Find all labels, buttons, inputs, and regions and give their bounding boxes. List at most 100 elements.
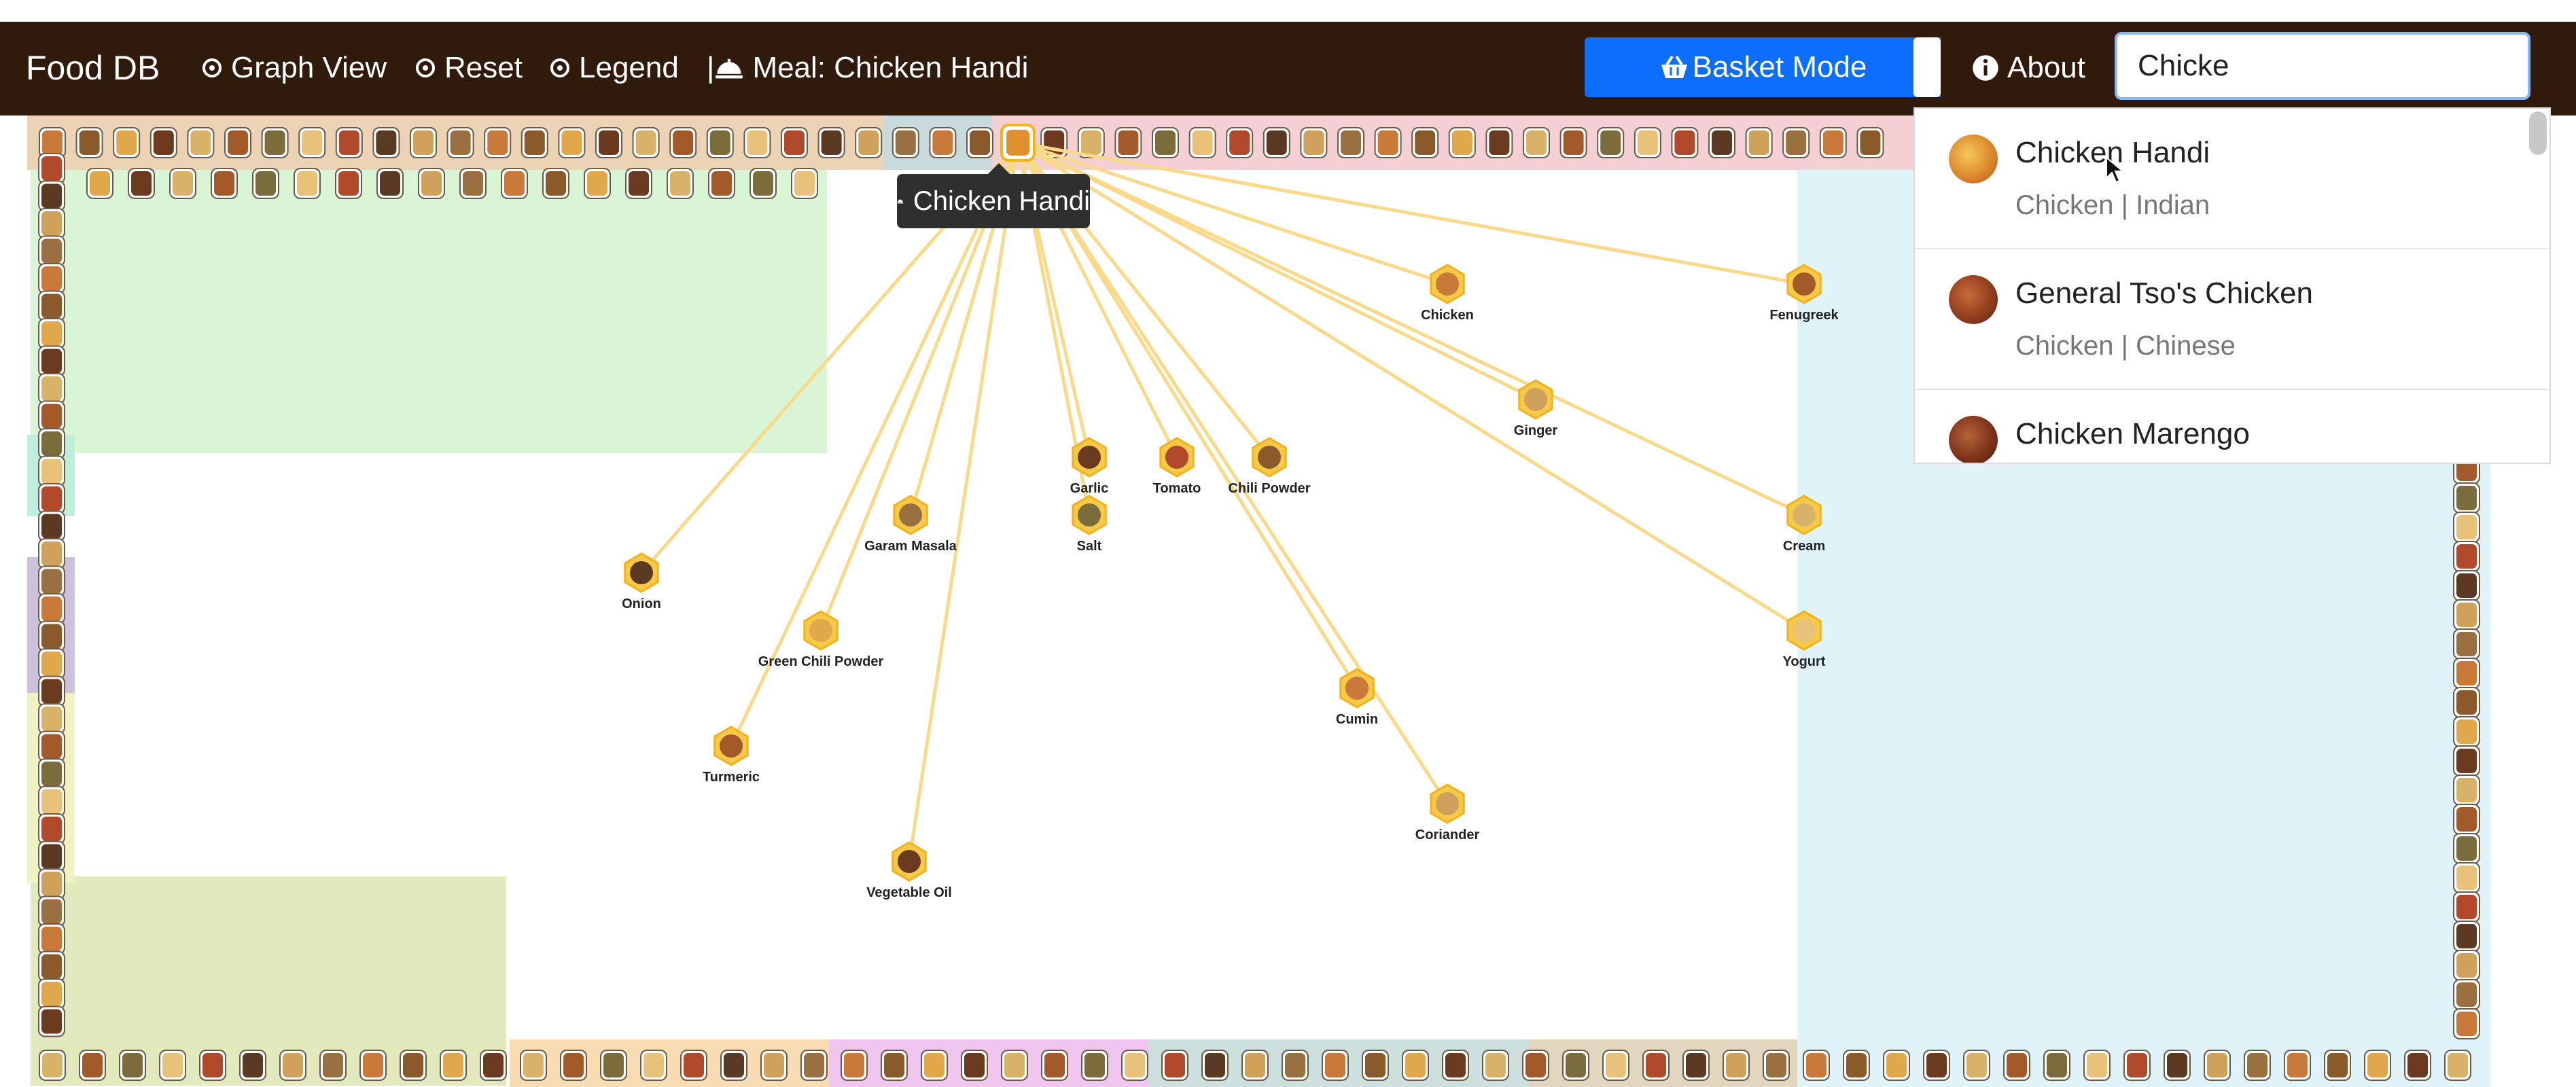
meal-thumbnail[interactable] [791,168,818,199]
meal-thumbnail[interactable] [2083,1050,2111,1081]
brand-logo[interactable]: Food DB [26,46,160,90]
meal-thumbnail[interactable] [667,168,694,199]
meal-thumbnail[interactable] [149,127,177,158]
meal-thumbnail[interactable] [79,1050,106,1081]
meal-thumbnail[interactable] [38,648,65,679]
meal-thumbnail[interactable] [760,1050,788,1081]
meal-thumbnail[interactable] [279,1050,306,1081]
meal-thumbnail[interactable] [239,1050,266,1081]
meal-thumbnail[interactable] [2204,1050,2231,1081]
meal-thumbnail[interactable] [38,978,65,1010]
meal-thumbnail[interactable] [38,868,65,899]
meal-thumbnail[interactable] [335,127,363,158]
meal-thumbnail[interactable] [542,168,569,199]
meal-thumbnail[interactable] [2453,745,2480,777]
meal-thumbnail[interactable] [2364,1050,2391,1081]
meal-thumbnail[interactable] [584,168,611,199]
meal-thumbnail[interactable] [38,675,65,707]
meal-thumbnail[interactable] [75,127,103,158]
meal-thumbnail[interactable] [1374,127,1402,158]
meal-thumbnail[interactable] [294,168,321,199]
meal-thumbnail[interactable] [1362,1050,1389,1081]
meal-thumbnail[interactable] [2453,512,2480,543]
ingredient-node[interactable]: Cream [1783,495,1825,554]
ingredient-node[interactable]: Coriander [1415,783,1480,842]
meal-thumbnail[interactable] [1682,1050,1710,1081]
meal-thumbnail[interactable] [1448,127,1476,158]
meal-thumbnail[interactable] [38,620,65,652]
meal-thumbnail[interactable] [1597,127,1625,158]
meal-thumbnail[interactable] [1188,127,1216,158]
meal-thumbnail[interactable] [1763,1050,1790,1081]
meal-thumbnail[interactable] [1642,1050,1670,1081]
meal-thumbnail[interactable] [2043,1050,2070,1081]
meal-thumbnail[interactable] [595,127,622,158]
meal-thumbnail[interactable] [632,127,660,158]
meal-thumbnail[interactable] [2324,1050,2351,1081]
meal-thumbnail[interactable] [640,1050,667,1081]
meal-thumbnail[interactable] [1081,1050,1108,1081]
meal-thumbnail[interactable] [1634,127,1661,158]
meal-thumbnail[interactable] [335,168,362,199]
meal-thumbnail[interactable] [560,1050,587,1081]
meal-thumbnail[interactable] [440,1050,467,1081]
meal-thumbnail[interactable] [720,1050,747,1081]
meal-thumbnail[interactable] [1562,1050,1589,1081]
meal-thumbnail[interactable] [1522,1050,1549,1081]
meal-thumbnail[interactable] [119,1050,146,1081]
meal-thumbnail[interactable] [669,127,697,158]
suggestion-item[interactable]: Chicken Marengo [1915,390,2549,463]
meal-thumbnail[interactable] [2164,1050,2191,1081]
meal-thumbnail[interactable] [2453,774,2480,806]
meal-thumbnail[interactable] [38,180,65,212]
meal-thumbnail[interactable] [38,483,65,514]
ingredient-node[interactable]: Chili Powder [1228,437,1311,496]
meal-thumbnail[interactable] [2453,570,2480,601]
meal-thumbnail[interactable] [38,345,65,377]
meal-thumbnail[interactable] [1482,1050,1509,1081]
ingredient-node[interactable]: Onion [622,552,661,611]
meal-thumbnail[interactable] [159,1050,186,1081]
meal-thumbnail[interactable] [841,1050,868,1081]
meal-thumbnail[interactable] [749,168,777,199]
meal-thumbnail[interactable] [199,1050,226,1081]
meal-thumbnail[interactable] [1963,1050,1990,1081]
meal-thumbnail[interactable] [128,168,155,199]
meal-thumbnail[interactable] [1114,127,1142,158]
suggestions-scrollbar[interactable] [2529,111,2547,155]
meal-thumbnail[interactable] [376,168,404,199]
meal-thumbnail[interactable] [1923,1050,1950,1081]
meal-thumbnail[interactable] [410,127,437,158]
meal-thumbnail[interactable] [319,1050,347,1081]
meal-thumbnail[interactable] [211,168,238,199]
meal-thumbnail[interactable] [1708,127,1735,158]
meal-thumbnail[interactable] [2453,804,2480,835]
meal-thumbnail[interactable] [501,168,528,199]
meal-thumbnail[interactable] [38,923,65,955]
meal-thumbnail[interactable] [2453,979,2480,1010]
ingredient-node[interactable]: Turmeric [703,726,760,785]
meal-thumbnail[interactable] [38,510,65,542]
meal-thumbnail[interactable] [800,1050,828,1081]
meal-thumbnail[interactable] [2453,862,2480,893]
ingredient-node[interactable]: Vegetable Oil [866,841,952,900]
meal-thumbnail[interactable] [600,1050,627,1081]
meal-thumbnail[interactable] [1745,127,1773,158]
meal-thumbnail[interactable] [38,730,65,762]
meal-thumbnail[interactable] [298,127,326,158]
ingredient-node[interactable]: Green Chili Powder [758,610,884,669]
meal-thumbnail[interactable] [625,168,652,199]
meal-thumbnail[interactable] [1671,127,1699,158]
meal-thumbnail[interactable] [521,127,548,158]
meal-thumbnail[interactable] [2453,599,2480,630]
meal-thumbnail[interactable] [1523,127,1550,158]
meal-thumbnail[interactable] [169,168,196,199]
meal-thumbnail[interactable] [2453,833,2480,864]
meal-thumbnail[interactable] [38,538,65,569]
meal-thumbnail[interactable] [1559,127,1587,158]
meal-thumbnail[interactable] [484,127,512,158]
meal-thumbnail[interactable] [359,1050,387,1081]
legend-link[interactable]: Legend [549,46,679,90]
meal-thumbnail[interactable] [38,455,65,487]
meal-thumbnail[interactable] [1819,127,1847,158]
